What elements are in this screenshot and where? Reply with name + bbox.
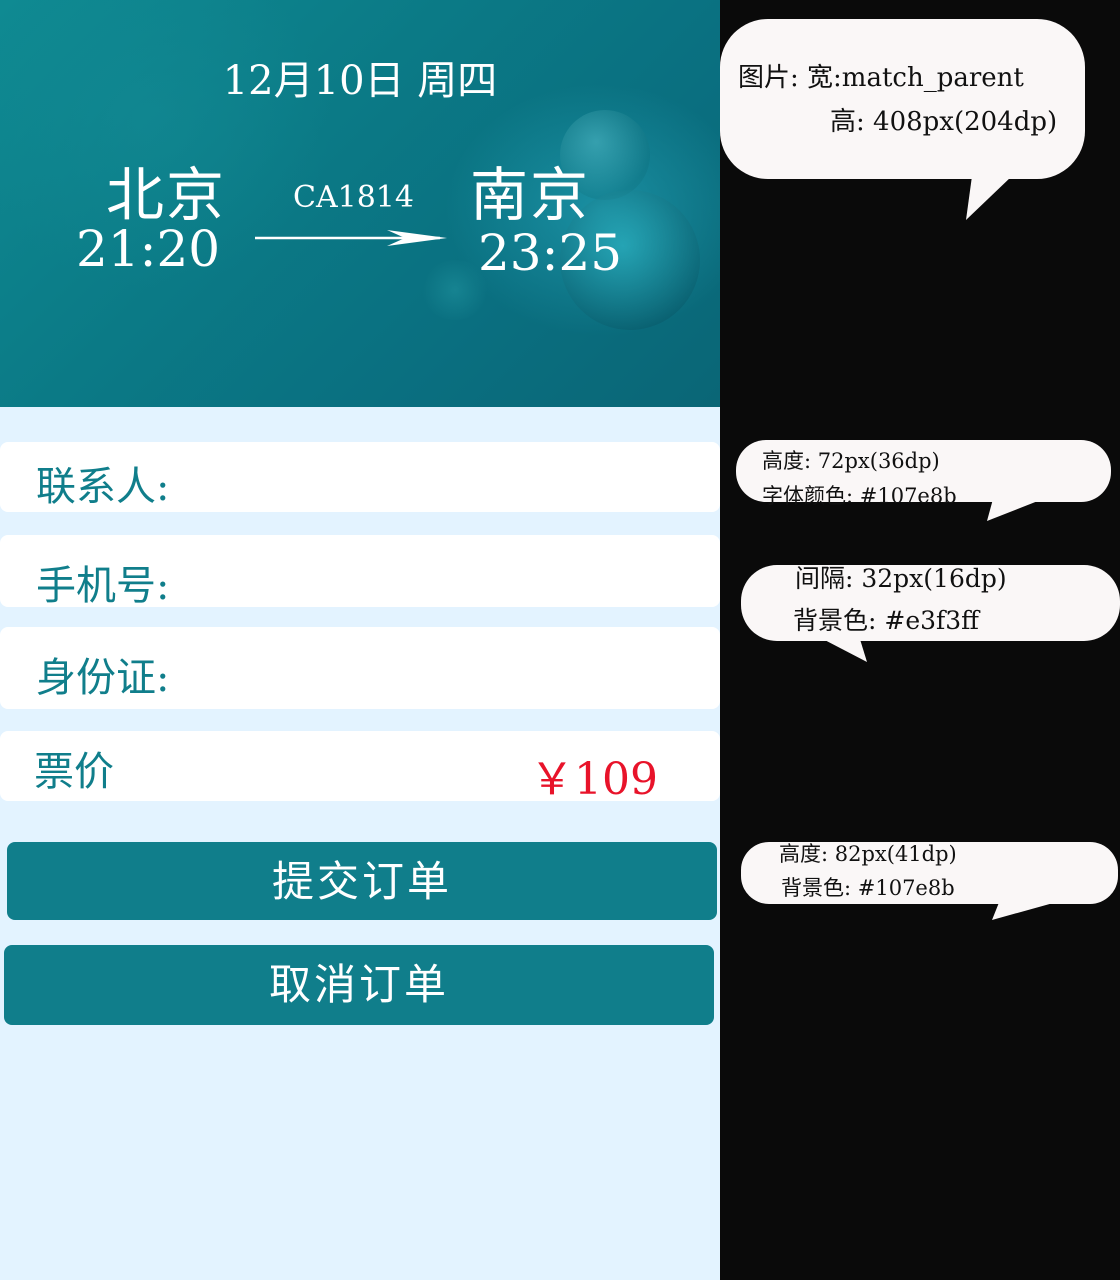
id-card-field[interactable]: 身份证: xyxy=(0,627,720,709)
annotation-button-height: 高度: 82px(41dp) xyxy=(779,842,957,866)
annotation-image-bubble: 图片: 宽:match_parent 高: 408px(204dp) xyxy=(720,19,1085,179)
annotation-image-width: 图片: 宽:match_parent xyxy=(738,63,1024,93)
annotation-image-height: 高: 408px(204dp) xyxy=(830,107,1058,137)
annotation-field-color: 字体颜色: #107e8b xyxy=(762,484,957,508)
annotation-button-bubble: 高度: 82px(41dp) 背景色: #107e8b xyxy=(741,842,1118,904)
price-label: 票价 xyxy=(34,749,114,795)
annotation-button-color: 背景色: #107e8b xyxy=(781,876,955,900)
phone-field[interactable]: 手机号: xyxy=(0,535,720,609)
phone-label: 手机号: xyxy=(36,563,170,609)
annotation-spacing-value: 间隔: 32px(16dp) xyxy=(795,564,1007,593)
submit-order-button[interactable]: 提交订单 xyxy=(7,842,717,920)
booking-screen: 12月10日 周四 北京 21:20 CA1814 南京 23:25 联系人: … xyxy=(0,0,720,1280)
contact-label: 联系人: xyxy=(36,464,170,510)
arrival-city: 南京 xyxy=(470,161,591,229)
contact-field[interactable]: 联系人: xyxy=(0,442,720,512)
id-card-label: 身份证: xyxy=(36,655,170,701)
bubble-tail xyxy=(817,636,867,662)
annotation-field-height: 高度: 72px(36dp) xyxy=(762,449,940,473)
bubble-tail xyxy=(987,499,1043,521)
flight-number: CA1814 xyxy=(293,180,414,215)
arrival-time: 23:25 xyxy=(478,224,623,282)
departure-time: 21:20 xyxy=(76,220,221,278)
cancel-order-button[interactable]: 取消订单 xyxy=(4,945,714,1025)
annotation-spacing-bubble: 间隔: 32px(16dp) 背景色: #e3f3ff xyxy=(741,564,1120,641)
flight-header-image: 12月10日 周四 北京 21:20 CA1814 南京 23:25 xyxy=(0,0,720,407)
price-value: ￥109 xyxy=(530,754,658,805)
flight-date: 12月10日 周四 xyxy=(222,58,498,104)
annotation-field-bubble: 高度: 72px(36dp) 字体颜色: #107e8b xyxy=(736,440,1111,508)
arrow-right-icon xyxy=(255,230,447,246)
bubble-tail xyxy=(992,900,1064,920)
bubble-tail xyxy=(966,176,1012,220)
price-row: 票价 ￥109 xyxy=(0,731,720,805)
annotation-spacing-color: 背景色: #e3f3ff xyxy=(793,606,979,635)
